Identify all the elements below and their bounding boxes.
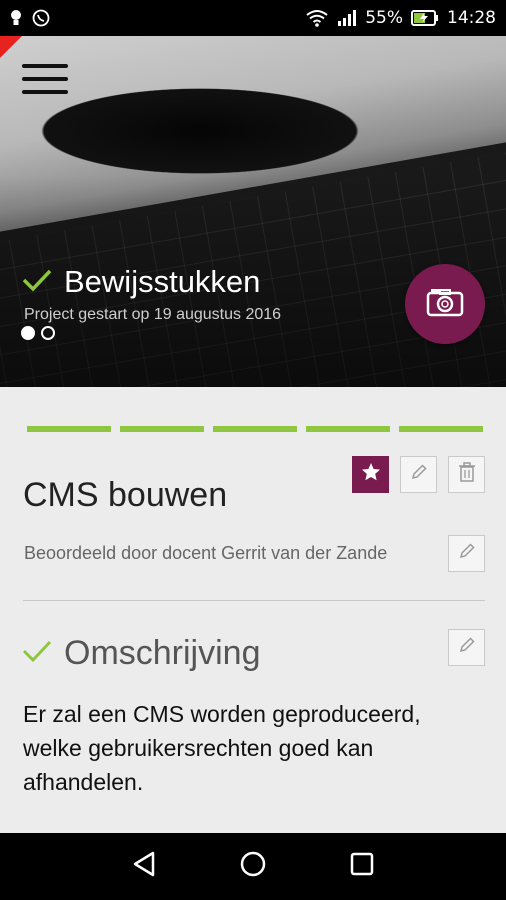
trash-icon xyxy=(458,462,476,487)
section-header: Omschrijving xyxy=(22,634,260,673)
hero-title-row: Bewijsstukken xyxy=(22,264,260,300)
section-title: Omschrijving xyxy=(64,634,261,672)
progress-steps xyxy=(27,426,483,432)
battery-charging-icon xyxy=(411,10,439,26)
clock: 14:28 xyxy=(447,8,496,28)
page-dot-1[interactable] xyxy=(21,326,35,340)
camera-icon xyxy=(426,287,464,322)
battery-percentage: 55% xyxy=(365,8,403,28)
app-screen: 55% 14:28 Bewijsstukken Project gestart … xyxy=(0,0,506,900)
description-text: Er zal een CMS worden geproduceerd, welk… xyxy=(23,701,421,795)
pencil-icon xyxy=(410,463,428,486)
navigation-bar xyxy=(0,833,506,900)
favorite-button[interactable] xyxy=(352,456,389,493)
status-bar: 55% 14:28 xyxy=(0,0,506,36)
pencil-icon xyxy=(458,636,476,659)
check-icon xyxy=(22,639,52,668)
page-dot-2[interactable] xyxy=(41,326,55,340)
recents-button[interactable] xyxy=(342,847,382,887)
edit-grader-button[interactable] xyxy=(448,535,485,572)
progress-step xyxy=(306,426,390,432)
corner-flag xyxy=(0,36,22,58)
divider xyxy=(23,600,485,601)
progress-step xyxy=(27,426,111,432)
hero-title: Bewijsstukken xyxy=(64,264,261,299)
item-title: CMS bouwen xyxy=(23,476,228,514)
delete-item-button[interactable] xyxy=(448,456,485,493)
back-triangle-icon xyxy=(131,850,157,883)
recents-square-icon xyxy=(349,851,375,882)
hero-subtitle: Project gestart op 19 augustus 2016 xyxy=(24,306,282,323)
check-icon xyxy=(22,268,52,297)
lightbulb-icon xyxy=(10,9,22,27)
page-indicator xyxy=(21,326,55,340)
edit-description-button[interactable] xyxy=(448,629,485,666)
home-circle-icon xyxy=(239,850,267,883)
progress-step xyxy=(120,426,204,432)
wifi-icon xyxy=(305,9,329,27)
hamburger-menu-icon[interactable] xyxy=(22,64,68,98)
edit-item-button[interactable] xyxy=(400,456,437,493)
pencil-icon xyxy=(458,542,476,565)
back-button[interactable] xyxy=(124,847,164,887)
signal-icon xyxy=(337,9,357,27)
progress-step xyxy=(399,426,483,432)
whatsapp-icon xyxy=(32,9,50,27)
graded-by-text: Beoordeeld door docent Gerrit van der Za… xyxy=(24,543,388,563)
home-button[interactable] xyxy=(233,847,273,887)
progress-step xyxy=(213,426,297,432)
camera-button[interactable] xyxy=(405,264,485,344)
star-icon xyxy=(361,462,381,487)
